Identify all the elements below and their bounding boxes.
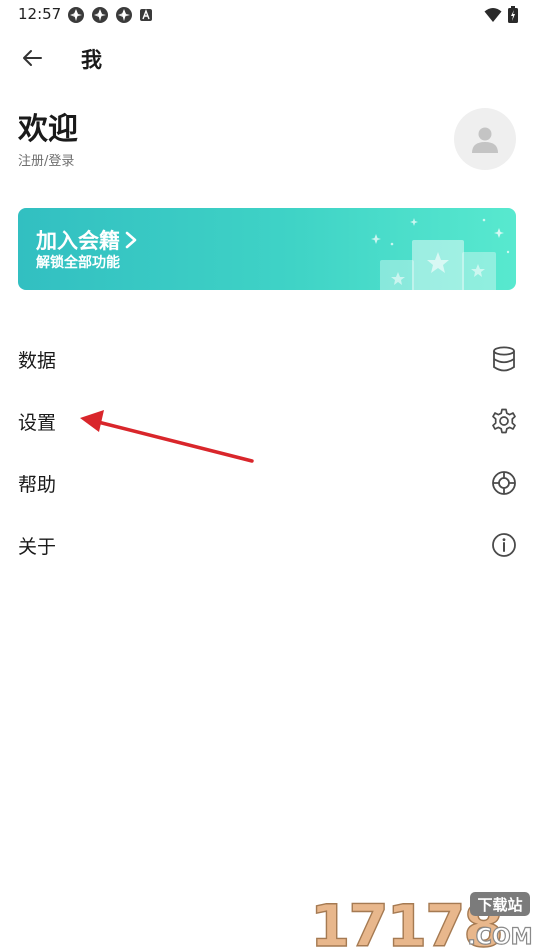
site-watermark: 17178 下载站 .COM xyxy=(309,891,533,950)
menu-item-label: 设置 xyxy=(18,412,57,434)
notification-a-icon xyxy=(140,9,152,21)
notification-app-icon xyxy=(92,7,108,23)
user-icon xyxy=(472,127,498,153)
menu-item-data[interactable]: 数据 xyxy=(0,332,534,386)
membership-title-text: 加入会籍 xyxy=(36,229,120,253)
menu-item-settings[interactable]: 设置 xyxy=(0,394,534,448)
system-icons xyxy=(484,6,518,23)
info-icon xyxy=(492,533,516,557)
membership-banner[interactable]: 加入会籍 解锁全部功能 xyxy=(18,208,516,290)
wifi-icon xyxy=(484,7,502,22)
watermark-domain: .COM xyxy=(467,925,532,950)
menu-item-help[interactable]: 帮助 xyxy=(0,456,534,510)
chevron-right-icon xyxy=(125,231,137,249)
watermark-badge: 下载站 xyxy=(477,896,522,914)
page-title: 我 xyxy=(81,48,102,72)
register-login-link[interactable]: 注册/登录 xyxy=(18,150,74,169)
welcome-heading: 欢迎 xyxy=(18,112,78,147)
status-bar: 12:57 xyxy=(0,0,534,28)
menu-item-label: 关于 xyxy=(18,536,57,558)
membership-subtitle: 解锁全部功能 xyxy=(36,255,120,271)
menu-item-label: 数据 xyxy=(18,350,57,372)
membership-title: 加入会籍 xyxy=(36,225,138,255)
notification-icons xyxy=(67,6,153,24)
notification-app-icon xyxy=(116,7,132,23)
battery-icon xyxy=(508,6,518,23)
status-time: 12:57 xyxy=(18,5,62,23)
lifebuoy-icon xyxy=(492,471,516,495)
menu-item-label: 帮助 xyxy=(18,474,57,496)
back-button[interactable] xyxy=(16,44,48,72)
podium-illustration xyxy=(371,218,510,290)
arrow-left-icon xyxy=(23,50,42,66)
menu-item-about[interactable]: 关于 xyxy=(0,518,534,572)
notification-app-icon xyxy=(68,7,84,23)
database-icon xyxy=(493,346,515,372)
gear-icon xyxy=(492,408,516,434)
avatar[interactable] xyxy=(454,108,516,170)
